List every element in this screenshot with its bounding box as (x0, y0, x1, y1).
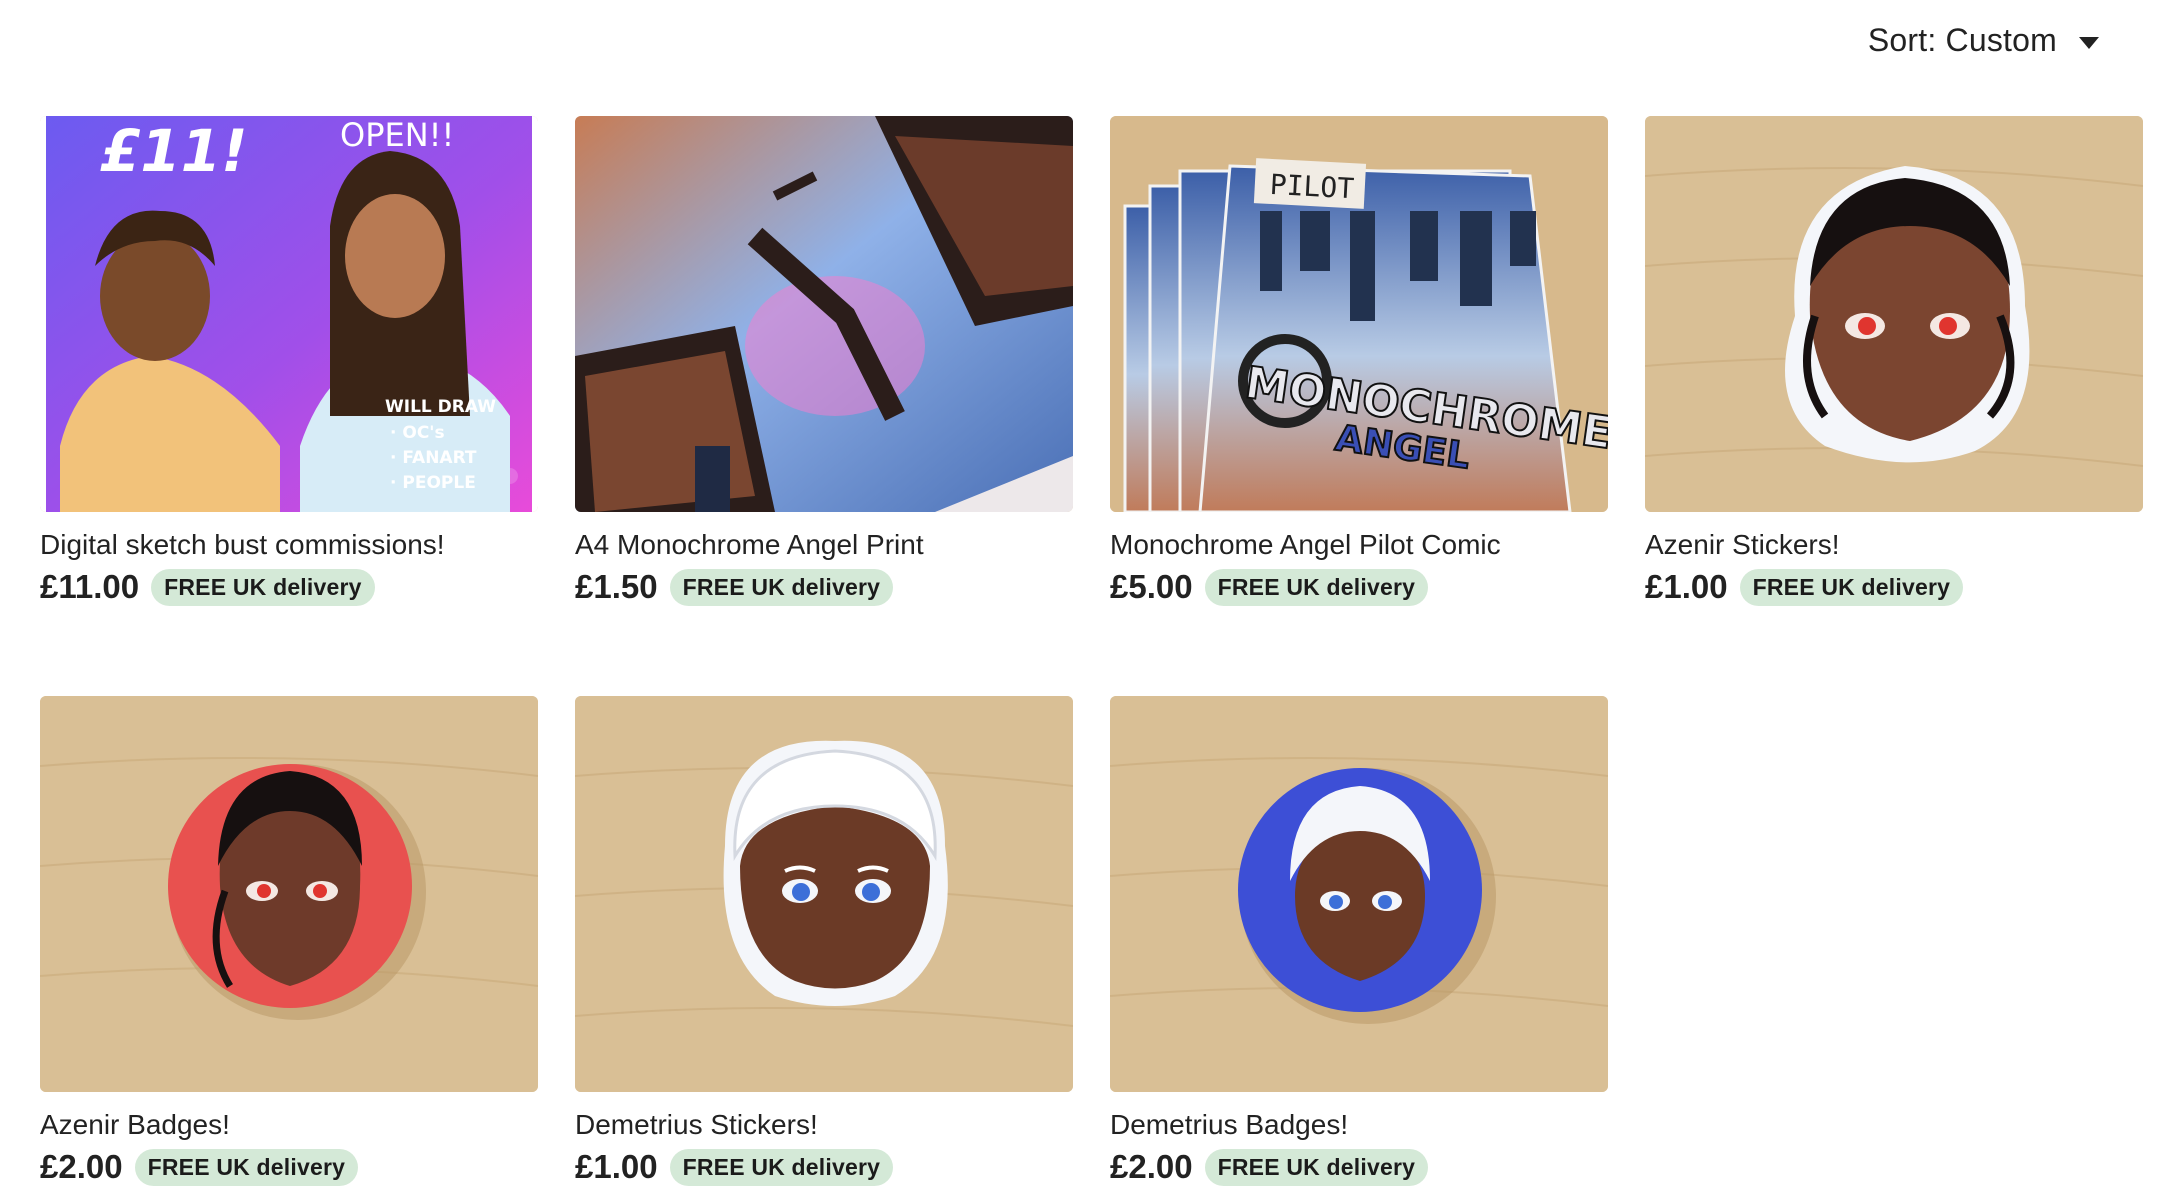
comic-art: PILOT MONOCHROME ANGEL (1110, 116, 1608, 512)
image-text-line: WILL DRAW (385, 397, 496, 417)
listing-title[interactable]: Demetrius Badges! (1110, 1108, 1608, 1142)
listing-image[interactable]: PILOT MONOCHROME ANGEL (1110, 116, 1608, 512)
print-art (575, 116, 1073, 512)
listing-grid: £11! OPEN!! WILL DRAW · OC's · FANART · … (40, 116, 2150, 1186)
image-text-line: · OC's (390, 423, 445, 443)
listing-card[interactable]: Azenir Stickers! £1.00 FREE UK delivery (1645, 116, 2143, 606)
price-row: £1.00 FREE UK delivery (575, 1148, 1073, 1186)
free-delivery-badge: FREE UK delivery (151, 568, 375, 606)
badge-art (40, 696, 538, 1092)
listing-card[interactable]: Azenir Badges! £2.00 FREE UK delivery (40, 696, 538, 1186)
listing-title[interactable]: Digital sketch bust commissions! (40, 528, 538, 562)
listing-title[interactable]: Monochrome Angel Pilot Comic (1110, 528, 1608, 562)
listing-price: £2.00 (40, 1148, 123, 1185)
price-row: £2.00 FREE UK delivery (40, 1148, 538, 1186)
listing-price: £2.00 (1110, 1148, 1193, 1185)
free-delivery-badge: FREE UK delivery (1204, 568, 1429, 606)
sort-dropdown[interactable]: Sort: Custom (1862, 18, 2105, 63)
listing-title[interactable]: Demetrius Stickers! (575, 1108, 1073, 1142)
commission-art: £11! OPEN!! WILL DRAW · OC's · FANART · … (40, 116, 538, 512)
image-text-line: · PEOPLE (390, 473, 476, 493)
image-text-line: · FANART (390, 448, 477, 468)
listing-card[interactable]: PILOT MONOCHROME ANGEL Monochrome Angel … (1110, 116, 1608, 606)
listing-image[interactable] (40, 696, 538, 1092)
listing-image[interactable] (1645, 116, 2143, 512)
free-delivery-badge: FREE UK delivery (669, 1148, 894, 1186)
listing-card[interactable]: Demetrius Stickers! £1.00 FREE UK delive… (575, 696, 1073, 1186)
price-row: £5.00 FREE UK delivery (1110, 568, 1608, 606)
listing-image[interactable] (1110, 696, 1608, 1092)
listing-title[interactable]: Azenir Badges! (40, 1108, 538, 1142)
listing-price: £11.00 (40, 568, 140, 605)
listing-price: £1.50 (575, 568, 658, 605)
free-delivery-badge: FREE UK delivery (669, 568, 894, 606)
image-pilot-tag: PILOT (1269, 168, 1355, 205)
listing-card[interactable]: A4 Monochrome Angel Print £1.50 FREE UK … (575, 116, 1073, 606)
free-delivery-badge: FREE UK delivery (1739, 568, 1964, 606)
sticker-art (575, 696, 1073, 1092)
listing-price: £1.00 (1645, 568, 1728, 605)
listing-title[interactable]: A4 Monochrome Angel Print (575, 528, 1073, 562)
listing-image[interactable]: £11! OPEN!! WILL DRAW · OC's · FANART · … (40, 116, 538, 512)
price-row: £1.00 FREE UK delivery (1645, 568, 2143, 606)
listing-image[interactable] (575, 116, 1073, 512)
listing-card[interactable]: Demetrius Badges! £2.00 FREE UK delivery (1110, 696, 1608, 1186)
price-row: £2.00 FREE UK delivery (1110, 1148, 1608, 1186)
listing-price: £5.00 (1110, 568, 1193, 605)
free-delivery-badge: FREE UK delivery (1204, 1148, 1429, 1186)
listing-image[interactable] (575, 696, 1073, 1092)
caret-down-icon (2079, 36, 2099, 49)
price-row: £1.50 FREE UK delivery (575, 568, 1073, 606)
listing-title[interactable]: Azenir Stickers! (1645, 528, 2143, 562)
badge-art (1110, 696, 1608, 1092)
price-row: £11.00 FREE UK delivery (40, 568, 538, 606)
listing-price: £1.00 (575, 1148, 658, 1185)
free-delivery-badge: FREE UK delivery (134, 1148, 359, 1186)
image-price-text: £11! (100, 117, 248, 185)
sticker-art (1645, 116, 2143, 512)
image-open-text: OPEN!! (340, 116, 454, 154)
sort-label: Sort: Custom (1867, 22, 2057, 58)
listing-card[interactable]: £11! OPEN!! WILL DRAW · OC's · FANART · … (40, 116, 538, 606)
